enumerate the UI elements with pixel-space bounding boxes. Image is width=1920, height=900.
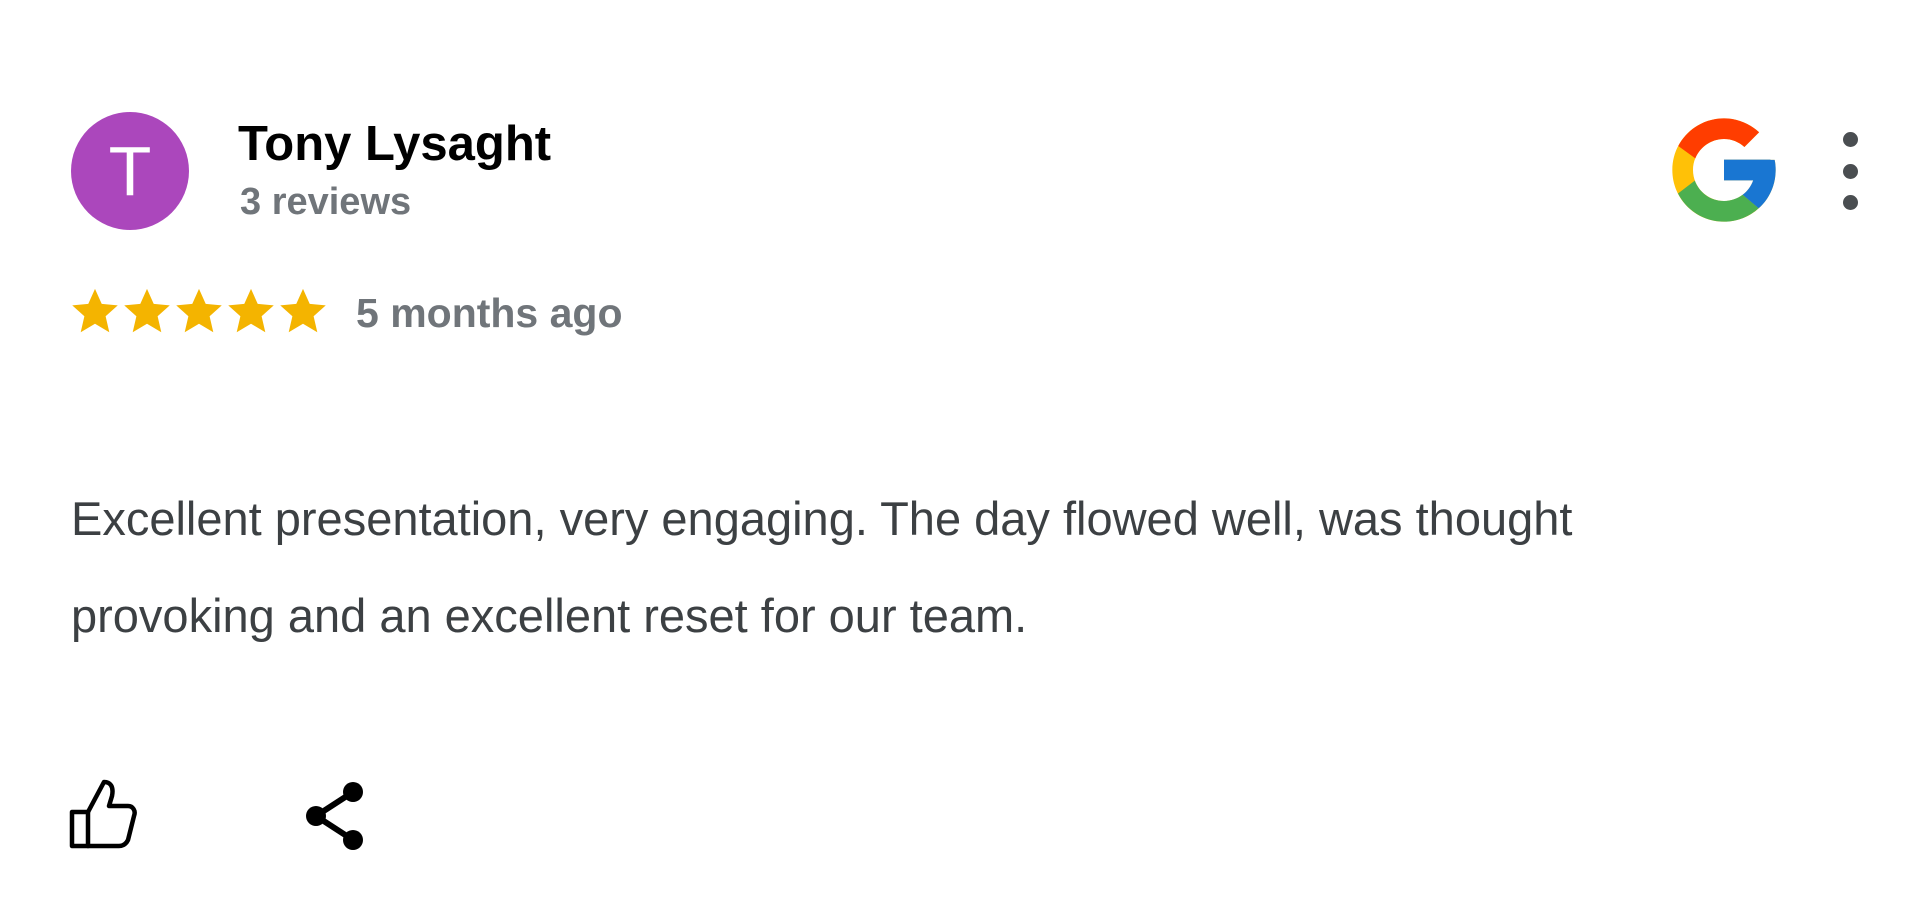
more-vert-icon (1842, 132, 1858, 147)
more-options-button[interactable] (1832, 132, 1868, 210)
avatar[interactable]: T (71, 112, 189, 230)
review-card: T Tony Lysaght 3 reviews 5 months ago Ex… (0, 0, 1920, 900)
star-rating (69, 285, 329, 339)
review-text: Excellent presentation, very engaging. T… (71, 492, 1573, 642)
review-time: 5 months ago (356, 290, 623, 336)
review-count: 3 reviews (240, 181, 412, 223)
star-icon (72, 288, 118, 333)
star-icon (176, 288, 222, 333)
more-vert-dot (1842, 195, 1858, 210)
more-vert-dot (1842, 163, 1858, 179)
star-icon (228, 288, 274, 333)
google-g-icon (1672, 118, 1776, 222)
avatar-initial: T (108, 132, 152, 210)
star-icon (280, 288, 326, 333)
star-icon (124, 288, 170, 333)
author-name[interactable]: Tony Lysaght (238, 116, 551, 172)
share-icon[interactable] (304, 780, 366, 852)
thumbs-up-icon[interactable] (68, 776, 138, 850)
